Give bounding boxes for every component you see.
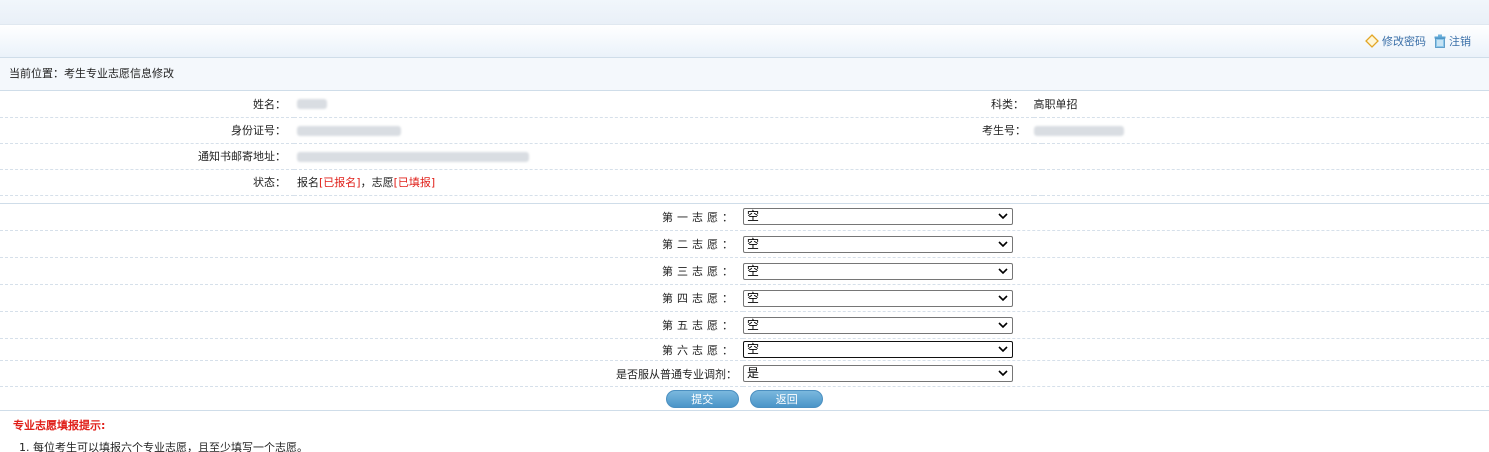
- tips-title: 专业志愿填报提示:: [13, 419, 106, 432]
- chevron-down-icon: [998, 321, 1008, 328]
- submit-button[interactable]: 提交: [665, 389, 739, 408]
- adjust-row: 是否服从普通专业调剂： 是: [0, 360, 1489, 387]
- wish-1-select[interactable]: 空: [743, 208, 1013, 226]
- student-info-table: 姓名： 科类： 高职单招 身份证号： 考生号： 通知书邮寄地址： 状态： 报名[…: [0, 91, 1489, 196]
- info-row-name: 姓名： 科类： 高职单招: [0, 91, 1489, 118]
- wish-5-select[interactable]: 空: [743, 316, 1013, 334]
- section-separator: [0, 196, 1489, 204]
- status-sep: ，志愿: [360, 176, 394, 189]
- tips-section: 专业志愿填报提示: 1. 每位考生可以填报六个专业志愿，且至少填写一个志愿。: [0, 411, 1489, 452]
- back-button[interactable]: 返回: [750, 389, 824, 408]
- wish-6-label: 第六志愿：: [0, 338, 743, 361]
- chevron-down-icon: [998, 267, 1008, 274]
- tips-item-1: 1. 每位考生可以填报六个专业志愿，且至少填写一个志愿。: [19, 441, 308, 452]
- status-label: 状态：: [0, 169, 294, 196]
- wish-row: 第六志愿： 空: [0, 338, 1489, 361]
- change-password-label: 修改密码: [1382, 35, 1426, 48]
- address-redacted: [297, 151, 529, 162]
- status-reg-value: [已报名]: [319, 176, 361, 189]
- top-band: [0, 0, 1489, 25]
- exam-no-redacted: [1033, 126, 1124, 136]
- trash-icon: [1434, 34, 1446, 48]
- category-value: 高职单招: [1033, 97, 1078, 111]
- wish-2-value: 空: [747, 236, 760, 251]
- adjust-label: 是否服从普通专业调剂：: [0, 360, 743, 387]
- adjust-value: 是: [747, 366, 760, 380]
- wish-5-label: 第五志愿：: [0, 311, 743, 339]
- wish-row: 第四志愿： 空: [0, 284, 1489, 312]
- diamond-edit-icon: [1365, 34, 1379, 48]
- info-row-status: 状态： 报名[已报名]，志愿[已填报]: [0, 169, 1489, 196]
- info-row-id: 身份证号： 考生号：: [0, 117, 1489, 144]
- wish-4-select[interactable]: 空: [743, 289, 1013, 307]
- button-row: 提交 返回: [0, 386, 1489, 411]
- wish-3-label: 第三志愿：: [0, 257, 743, 285]
- adjust-select[interactable]: 是: [743, 365, 1013, 382]
- wish-4-value: 空: [747, 290, 760, 305]
- address-label: 通知书邮寄地址：: [0, 143, 294, 170]
- chevron-down-icon: [998, 240, 1008, 247]
- wish-2-select[interactable]: 空: [743, 235, 1013, 253]
- change-password-link[interactable]: 修改密码: [1365, 33, 1426, 49]
- logout-link[interactable]: 注销: [1434, 33, 1471, 49]
- chevron-down-icon: [998, 294, 1008, 301]
- logout-label: 注销: [1449, 35, 1471, 48]
- exam-no-label: 考生号：: [982, 124, 1026, 137]
- status-wish-value: [已填报]: [393, 176, 436, 189]
- wish-row: 第一志愿： 空: [0, 203, 1489, 231]
- wish-table: 第一志愿： 空 第二志愿： 空 第三志愿： 空 第四志愿： 空 第五志愿： 空 …: [0, 203, 1489, 411]
- wish-row: 第五志愿： 空: [0, 311, 1489, 339]
- wish-6-value: 空: [747, 342, 760, 356]
- status-reg-prefix: 报名: [297, 176, 319, 189]
- wish-row: 第三志愿： 空: [0, 257, 1489, 285]
- header-bar: 修改密码 注销: [0, 25, 1489, 58]
- wish-2-label: 第二志愿：: [0, 230, 743, 258]
- wish-row: 第二志愿： 空: [0, 230, 1489, 258]
- header-actions: 修改密码 注销: [1365, 33, 1471, 49]
- breadcrumb: 当前位置：考生专业志愿信息修改: [0, 58, 1489, 91]
- name-label: 姓名：: [0, 91, 294, 118]
- name-redacted: [297, 99, 327, 110]
- category-label: 科类：: [991, 97, 1024, 111]
- id-redacted: [297, 125, 401, 136]
- wish-1-value: 空: [747, 209, 760, 224]
- info-row-address: 通知书邮寄地址：: [0, 143, 1489, 170]
- wish-3-value: 空: [747, 263, 760, 278]
- wish-6-select[interactable]: 空: [743, 341, 1013, 358]
- wish-4-label: 第四志愿：: [0, 284, 743, 312]
- wish-5-value: 空: [747, 317, 760, 332]
- chevron-down-icon: [998, 346, 1008, 353]
- id-label: 身份证号：: [0, 117, 294, 144]
- wish-3-select[interactable]: 空: [743, 262, 1013, 280]
- chevron-down-icon: [998, 213, 1008, 220]
- wish-1-label: 第一志愿：: [0, 203, 743, 231]
- chevron-down-icon: [998, 370, 1008, 377]
